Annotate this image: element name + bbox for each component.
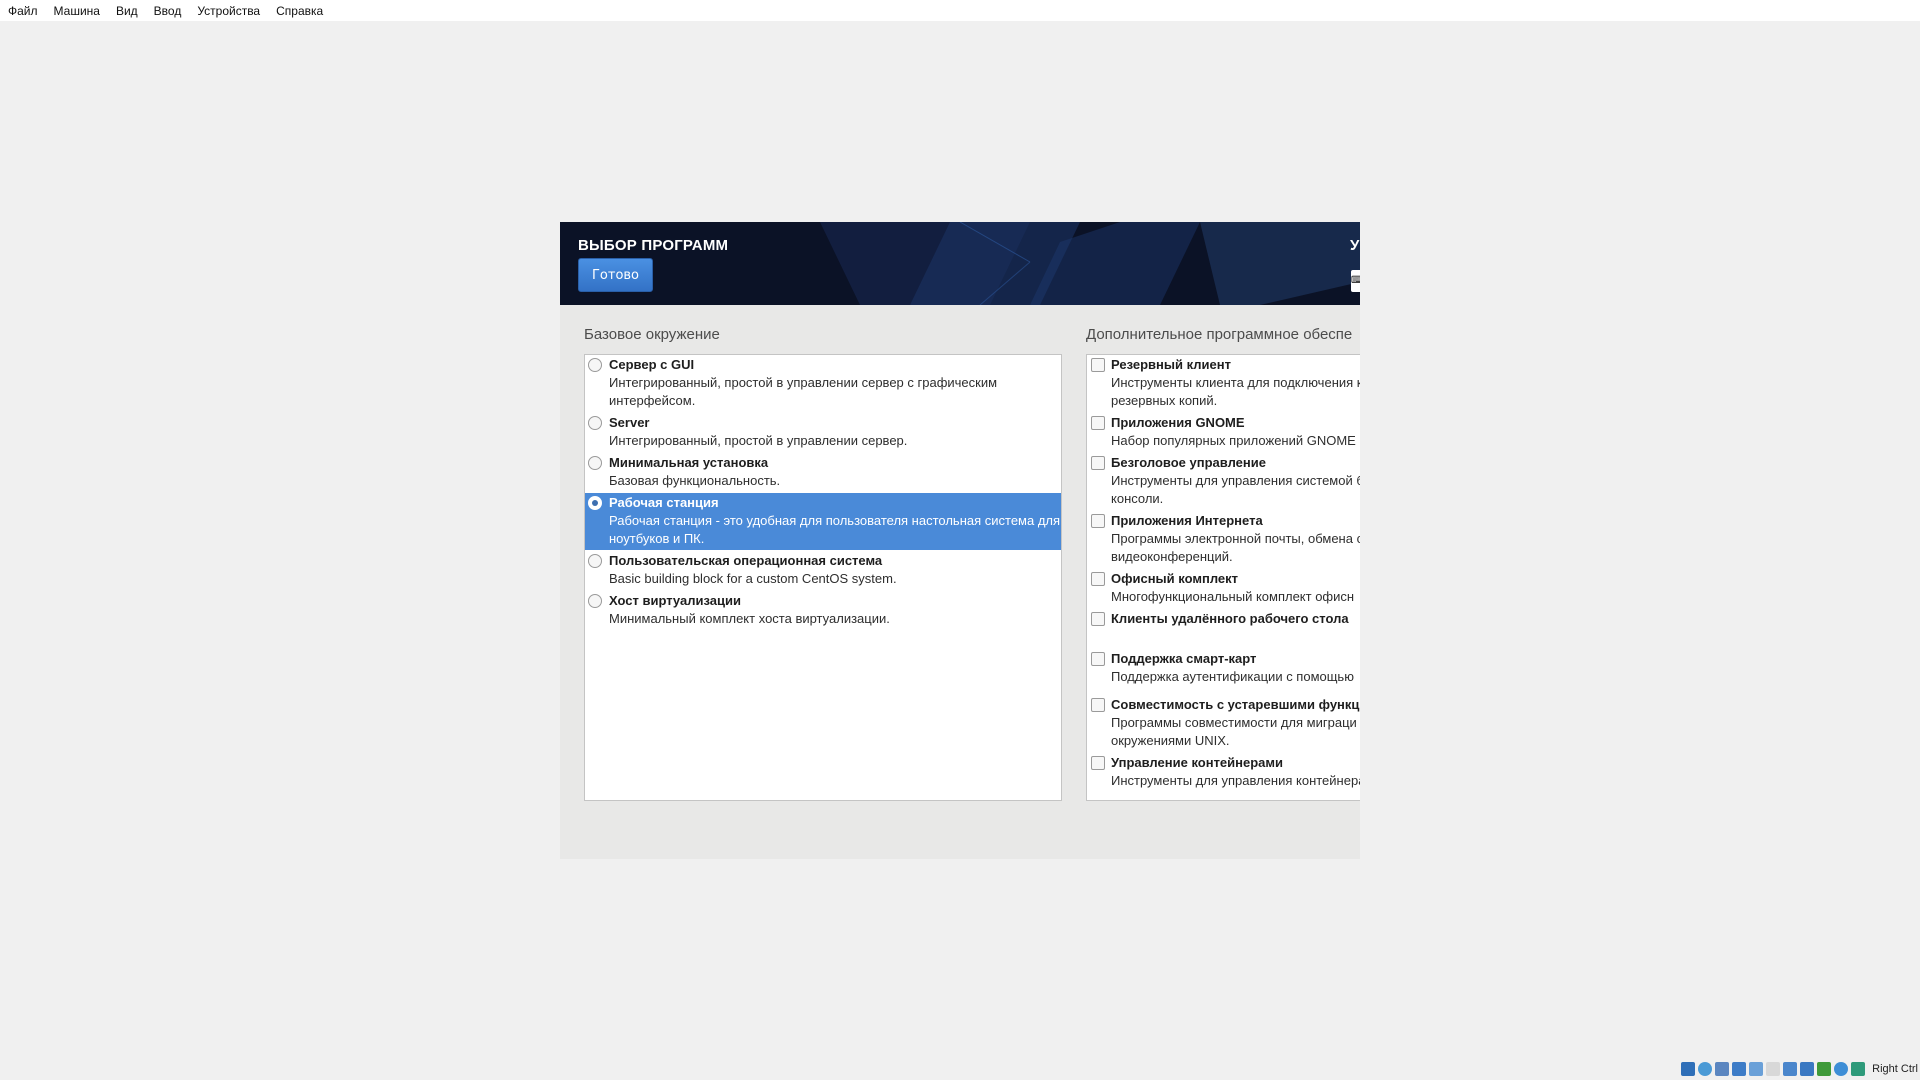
env-item-desc: Минимальный комплект хоста виртуализации… xyxy=(609,611,890,626)
addons-list: Резервный клиент Инструменты клиента для… xyxy=(1086,354,1360,801)
header-banner: ВЫБОР ПРОГРАММ Готово У ⌨ xyxy=(560,222,1360,305)
vm-menubar: Файл Машина Вид Ввод Устройства Справка xyxy=(0,0,1920,21)
env-item-title: Server xyxy=(609,415,650,430)
addon-item-title: Офисный комплект xyxy=(1111,571,1239,586)
addon-item-gnome-apps[interactable]: Приложения GNOME Набор популярных прилож… xyxy=(1087,413,1360,450)
network-icon[interactable] xyxy=(1732,1062,1747,1076)
page-title: ВЫБОР ПРОГРАММ xyxy=(578,237,729,254)
checkbox[interactable] xyxy=(1091,456,1105,470)
radio-button[interactable] xyxy=(588,416,602,430)
checkbox[interactable] xyxy=(1091,652,1105,666)
radio-button[interactable] xyxy=(588,456,602,470)
menu-machine[interactable]: Машина xyxy=(46,0,108,21)
addon-item-backup-client[interactable]: Резервный клиент Инструменты клиента для… xyxy=(1087,355,1360,410)
software-selection-window: ВЫБОР ПРОГРАММ Готово У ⌨ Базовое окруже… xyxy=(560,222,1360,859)
addon-item-title: Резервный клиент xyxy=(1111,357,1231,372)
checkbox[interactable] xyxy=(1091,612,1105,626)
usb-icon[interactable] xyxy=(1749,1062,1764,1076)
addon-item-container-management[interactable]: Управление контейнерами Инструменты для … xyxy=(1087,753,1360,790)
addon-item-title: Безголовое управление xyxy=(1111,455,1266,470)
menu-view[interactable]: Вид xyxy=(108,0,146,21)
addon-item-title: Приложения Интернета xyxy=(1111,513,1263,528)
env-item-title: Рабочая станция xyxy=(609,495,719,510)
addon-item-title: Совместимость с устаревшими функци xyxy=(1111,697,1360,712)
keyboard-capture-icon[interactable] xyxy=(1851,1062,1866,1076)
env-item-title: Хост виртуализации xyxy=(609,593,741,608)
vm-status-tray: Right Ctrl xyxy=(1681,1058,1920,1080)
optical-drive-icon[interactable] xyxy=(1698,1062,1713,1076)
env-item-desc: интерфейсом. xyxy=(609,393,696,408)
checkbox[interactable] xyxy=(1091,756,1105,770)
mouse-integration-icon[interactable] xyxy=(1834,1062,1849,1076)
header-right-title: У xyxy=(1350,237,1360,254)
env-item-desc: Интегрированный, простой в управлении се… xyxy=(609,375,998,390)
checkbox[interactable] xyxy=(1091,358,1105,372)
addon-item-desc: Поддержка аутентификации с помощью xyxy=(1111,669,1354,684)
addon-item-office-suite[interactable]: Офисный комплект Многофункциональный ком… xyxy=(1087,569,1360,606)
checkbox[interactable] xyxy=(1091,698,1105,712)
host-key-label: Right Ctrl xyxy=(1872,1063,1918,1075)
addon-item-desc: Набор популярных приложений GNOME xyxy=(1111,433,1356,448)
addon-item-title: Приложения GNOME xyxy=(1111,415,1245,430)
addon-item-title: Поддержка смарт-карт xyxy=(1111,651,1257,666)
env-item-desc: Basic building block for a custom CentOS… xyxy=(609,571,897,586)
menu-file[interactable]: Файл xyxy=(0,0,46,21)
addon-item-smart-card-support[interactable]: Поддержка смарт-карт Поддержка аутентифи… xyxy=(1087,649,1360,686)
addon-item-desc: Многофункциональный комплект офисн xyxy=(1111,589,1355,604)
addon-item-desc: Инструменты клиента для подключения к xyxy=(1111,375,1360,390)
addon-item-remote-desktop-clients[interactable]: Клиенты удалённого рабочего стола xyxy=(1087,609,1360,628)
env-item-title: Минимальная установка xyxy=(609,455,769,470)
display-icon[interactable] xyxy=(1783,1062,1798,1076)
recording-icon[interactable] xyxy=(1800,1062,1815,1076)
addon-item-headless-management[interactable]: Безголовое управление Инструменты для уп… xyxy=(1087,453,1360,508)
env-item-server[interactable]: Server Интегрированный, простой в управл… xyxy=(585,413,1061,452)
cpu-icon[interactable] xyxy=(1817,1062,1832,1076)
addon-item-internet-apps[interactable]: Приложения Интернета Программы электронн… xyxy=(1087,511,1360,566)
addon-item-desc: видеоконференций. xyxy=(1111,549,1233,564)
menu-devices[interactable]: Устройства xyxy=(189,0,268,21)
env-item-title: Пользовательская операционная система xyxy=(609,553,883,568)
env-item-virtualization-host[interactable]: Хост виртуализации Минимальный комплект … xyxy=(585,591,1061,630)
env-item-desc: Интегрированный, простой в управлении се… xyxy=(609,433,908,448)
checkbox[interactable] xyxy=(1091,514,1105,528)
radio-button[interactable] xyxy=(588,358,602,372)
env-item-server-gui[interactable]: Сервер с GUI Интегрированный, простой в … xyxy=(585,355,1061,412)
shared-folders-icon[interactable] xyxy=(1766,1062,1781,1076)
env-item-minimal[interactable]: Минимальная установка Базовая функционал… xyxy=(585,453,1061,492)
keyboard-icon[interactable]: ⌨ xyxy=(1351,270,1360,292)
menu-input[interactable]: Ввод xyxy=(146,0,190,21)
env-item-desc: Базовая функциональность. xyxy=(609,473,781,488)
checkbox[interactable] xyxy=(1091,572,1105,586)
addon-item-desc: Инструменты для управления контейнера xyxy=(1111,773,1360,788)
checkbox[interactable] xyxy=(1091,416,1105,430)
addon-item-title: Управление контейнерами xyxy=(1111,755,1284,770)
env-item-desc: Рабочая станция - это удобная для пользо… xyxy=(609,513,1061,528)
base-environment-list: Сервер с GUI Интегрированный, простой в … xyxy=(584,354,1062,801)
addon-item-legacy-unix-compat[interactable]: Совместимость с устаревшими функци Прогр… xyxy=(1087,695,1360,750)
addon-item-desc: Программы электронной почты, обмена с xyxy=(1111,531,1360,546)
radio-button[interactable] xyxy=(588,554,602,568)
base-environment-label: Базовое окружение xyxy=(584,326,720,343)
env-item-workstation[interactable]: Рабочая станция Рабочая станция - это уд… xyxy=(585,493,1061,550)
env-item-custom-os[interactable]: Пользовательская операционная система Ba… xyxy=(585,551,1061,590)
addon-item-desc: консоли. xyxy=(1111,491,1164,506)
addon-item-title: Клиенты удалённого рабочего стола xyxy=(1111,611,1349,626)
addon-item-desc: резервных копий. xyxy=(1111,393,1218,408)
radio-button-selected[interactable] xyxy=(588,496,602,510)
done-button[interactable]: Готово xyxy=(578,258,653,292)
env-item-title: Сервер с GUI xyxy=(609,357,695,372)
audio-icon[interactable] xyxy=(1715,1062,1730,1076)
banner-background xyxy=(820,222,1360,305)
radio-button[interactable] xyxy=(588,594,602,608)
menu-help[interactable]: Справка xyxy=(268,0,331,21)
addon-item-desc: окружениями UNIX. xyxy=(1111,733,1230,748)
hard-disk-icon[interactable] xyxy=(1681,1062,1696,1076)
addons-label: Дополнительное программное обеспе xyxy=(1086,326,1353,343)
env-item-desc: ноутбуков и ПК. xyxy=(609,531,705,546)
addon-item-desc: Инструменты для управления системой б xyxy=(1111,473,1360,488)
addon-item-desc: Программы совместимости для миграци xyxy=(1111,715,1357,730)
